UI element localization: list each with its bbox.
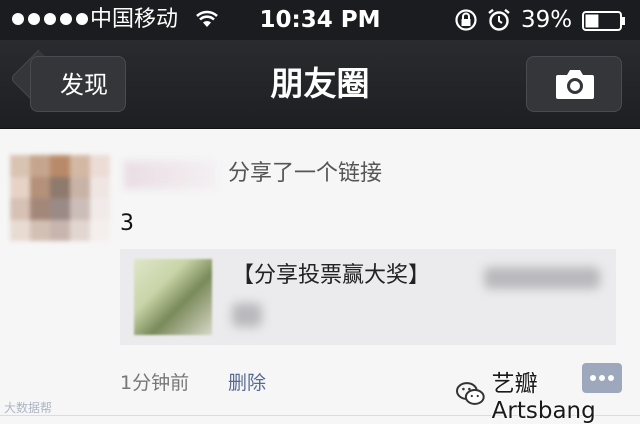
battery-icon xyxy=(582,11,625,31)
delete-link[interactable]: 删除 xyxy=(228,369,266,397)
watermark-right-text: 艺瓣Artsbang xyxy=(491,371,596,424)
post-action-text: 分享了一个链接 xyxy=(228,161,383,186)
wechat-logo-icon xyxy=(456,382,485,405)
battery-percent: 39% xyxy=(521,7,573,33)
post-text: 3 xyxy=(120,211,134,236)
avatar[interactable] xyxy=(10,155,110,241)
watermark-left: 大数据帮 xyxy=(4,401,53,415)
post-timestamp: 1分钟前 xyxy=(120,372,190,394)
username-redacted[interactable] xyxy=(124,161,216,189)
camera-icon xyxy=(556,70,594,99)
camera-button[interactable] xyxy=(526,56,622,112)
rotation-lock-icon xyxy=(455,9,477,31)
status-bar: 中国移动 10:34 PM 39% xyxy=(0,0,640,40)
watermark-right: 艺瓣Artsbang xyxy=(456,371,640,424)
link-text-redacted xyxy=(232,303,262,327)
alarm-icon xyxy=(488,8,510,31)
link-text-redacted xyxy=(484,267,600,289)
link-title: 【分享投票赢大奖】 xyxy=(232,263,431,288)
navigation-bar: 发现 朋友圈 xyxy=(0,40,640,129)
link-thumbnail xyxy=(134,259,212,335)
shared-link-card[interactable]: 【分享投票赢大奖】 xyxy=(120,249,616,345)
